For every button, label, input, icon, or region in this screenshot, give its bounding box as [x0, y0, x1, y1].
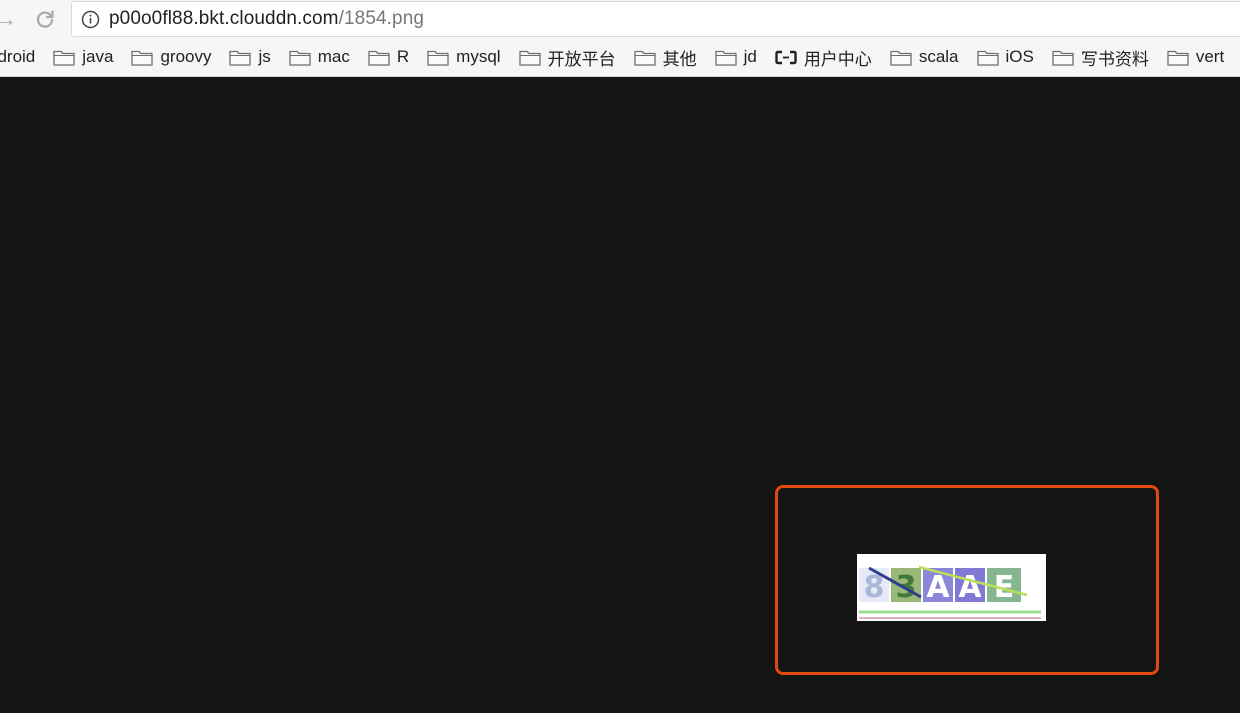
bookmark-label: iOS — [1005, 47, 1034, 66]
url-path: /1854.png — [338, 8, 425, 29]
folder-icon — [890, 50, 912, 66]
bookmark-groovy[interactable]: groovy — [131, 47, 211, 67]
captcha-image: 8 3 A A E — [857, 554, 1046, 621]
folder-icon — [518, 50, 541, 66]
folder-icon — [714, 50, 737, 66]
image-viewport: 8 3 A A E — [0, 77, 1240, 713]
folder-icon — [229, 50, 252, 66]
bookmark-jd[interactable]: jd — [714, 47, 757, 67]
bookmark-label: 开放平台 — [547, 49, 616, 69]
bookmark-label: ndroid — [0, 47, 36, 66]
forward-button[interactable]: → — [0, 6, 18, 32]
bookmark-java[interactable]: java — [53, 47, 113, 67]
folder-icon — [289, 50, 311, 66]
bookmark-user-center[interactable]: 用户中心 — [775, 45, 872, 70]
folder-icon — [1167, 50, 1189, 66]
bookmarks-bar: ndroid java groovy js mac R mysql 开放平台 — [0, 43, 1240, 71]
folder-icon — [53, 50, 75, 66]
captcha-svg: 8 3 A A E — [857, 554, 1046, 621]
bookmark-book-materials[interactable]: 写书资料 — [1052, 45, 1149, 70]
aliyun-logo-icon — [775, 50, 797, 64]
url-text[interactable]: p00o0fl88.bkt.clouddn.com/1854.png — [109, 8, 424, 30]
url-host: p00o0fl88.bkt.clouddn.com — [109, 8, 339, 29]
bookmark-scala[interactable]: scala — [890, 47, 959, 67]
folder-icon — [368, 50, 390, 66]
bookmark-vert[interactable]: vert — [1167, 47, 1224, 67]
folder-icon — [131, 50, 154, 66]
bookmark-label: jd — [743, 47, 757, 66]
bookmark-label: scala — [918, 47, 959, 66]
reload-icon — [36, 10, 54, 28]
folder-icon — [427, 50, 449, 66]
bookmark-ios[interactable]: iOS — [976, 47, 1034, 67]
folder-icon — [1052, 50, 1074, 66]
bookmark-mysql[interactable]: mysql — [427, 47, 501, 67]
bookmark-other[interactable]: 其他 — [633, 45, 697, 70]
folder-icon — [976, 50, 999, 66]
bookmark-js[interactable]: js — [229, 47, 271, 67]
folder-icon — [633, 50, 656, 66]
bookmark-open-platform[interactable]: 开放平台 — [518, 45, 616, 70]
info-icon[interactable] — [81, 10, 100, 29]
bookmark-label: 写书资料 — [1080, 49, 1149, 69]
bookmark-label: mysql — [456, 47, 501, 66]
arrow-right-icon: → — [0, 6, 17, 31]
bookmark-label: java — [82, 47, 114, 66]
bookmark-android[interactable]: ndroid — [0, 47, 35, 67]
bookmark-mac[interactable]: mac — [289, 47, 350, 67]
captcha-char-4: A — [958, 570, 982, 605]
bookmark-label: mac — [317, 47, 350, 66]
reload-button[interactable] — [31, 6, 59, 32]
bookmark-label: vert — [1195, 47, 1225, 66]
bookmark-label: js — [258, 47, 271, 66]
bookmark-label: 其他 — [662, 49, 697, 69]
bookmark-label: groovy — [160, 47, 212, 66]
bookmark-label: R — [396, 47, 410, 66]
browser-chrome: → p00o0fl88.bkt.clouddn.com/1854.png ndr… — [0, 0, 1240, 77]
bookmark-r[interactable]: R — [368, 47, 409, 67]
bookmark-label: 用户中心 — [803, 49, 872, 69]
address-bar[interactable]: p00o0fl88.bkt.clouddn.com/1854.png — [71, 1, 1240, 37]
